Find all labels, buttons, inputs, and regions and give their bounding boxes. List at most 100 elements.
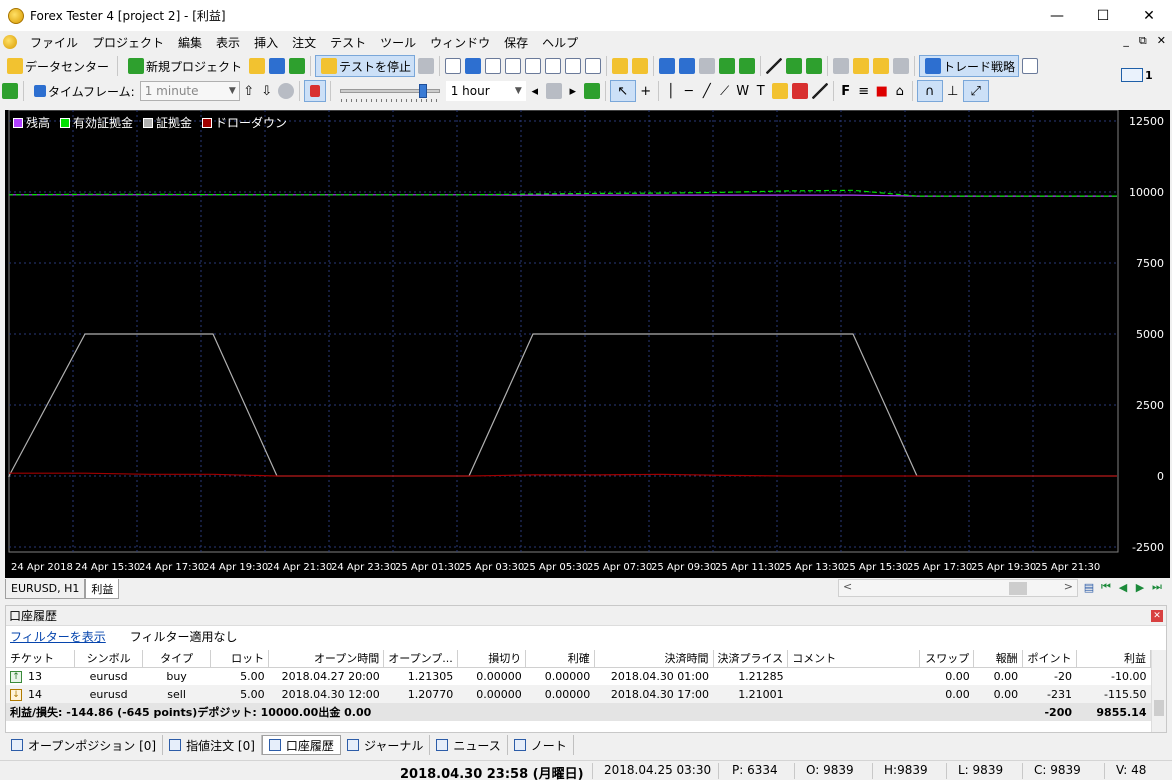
chart-list-icon[interactable]: ▤	[1082, 580, 1096, 594]
close-icon[interactable]: ✕	[1151, 610, 1163, 622]
mdi-restore-button[interactable]: ⧉	[1139, 34, 1147, 48]
scroll-right-icon[interactable]: >	[1064, 580, 1073, 593]
menu-file[interactable]: ファイル	[23, 34, 85, 51]
candle-chart-icon[interactable]	[806, 58, 823, 74]
step-back-icon[interactable]: ◂	[526, 84, 544, 99]
prev-icon[interactable]: ◀	[1116, 580, 1130, 594]
delete-order-icon[interactable]	[565, 58, 582, 74]
col-commission[interactable]: 報酬	[973, 650, 1023, 668]
tab-profit[interactable]: 利益	[85, 579, 120, 599]
minimize-button[interactable]: —	[1034, 0, 1080, 31]
col-open-time[interactable]: オープン時間	[268, 650, 385, 668]
trade-strategy-button[interactable]: トレード戦略	[919, 55, 1020, 77]
equity-chart[interactable]: 12500 10000 7500 5000 2500 0 -2500 24 Apr 2018 2…	[5, 110, 1170, 578]
pencil-icon[interactable]	[811, 83, 828, 99]
fill-icon[interactable]: ⌂	[891, 84, 909, 99]
chart-scrollbar[interactable]: < >	[838, 579, 1078, 597]
data-center-button[interactable]: データセンター	[1, 55, 113, 77]
order-settings-icon[interactable]	[585, 58, 602, 74]
menu-insert[interactable]: 挿入	[247, 34, 285, 51]
color-select-icon[interactable]: ■	[873, 84, 891, 99]
magnet-button[interactable]: ∩	[916, 80, 943, 102]
last-icon[interactable]: ⏭	[1150, 580, 1164, 594]
menu-help[interactable]: ヘルプ	[535, 34, 585, 51]
ray-icon[interactable]: ⟋	[716, 84, 734, 99]
snap-icon[interactable]: ⊥	[944, 84, 962, 99]
col-type[interactable]: タイプ	[142, 650, 211, 668]
zoom-in-icon[interactable]	[659, 58, 676, 74]
scroll-thumb[interactable]	[1009, 582, 1027, 595]
font-button[interactable]: F	[837, 84, 855, 99]
col-profit[interactable]: 利益	[1076, 650, 1152, 668]
table-row[interactable]: ↑ 13 eurusd buy 5.00 2018.04.27 20:00 1.2…	[6, 667, 1151, 685]
menu-test[interactable]: テスト	[323, 34, 373, 51]
elliott-wave-icon[interactable]	[791, 83, 808, 99]
tab-account-history[interactable]: 口座履歴	[261, 735, 341, 755]
step-forward-icon[interactable]: ▸	[564, 84, 582, 99]
indicator-icon[interactable]	[833, 58, 850, 74]
stop-test-button[interactable]: テストを停止	[315, 55, 416, 77]
arrow-down-icon[interactable]: ⇩	[258, 84, 276, 99]
menu-edit[interactable]: 編集	[171, 34, 209, 51]
restart-icon[interactable]	[289, 58, 306, 74]
col-lot[interactable]: ロット	[210, 650, 270, 668]
tick-step-icon[interactable]	[583, 83, 600, 99]
maximize-button[interactable]: ☐	[1080, 0, 1126, 31]
col-comment[interactable]: コメント	[787, 650, 921, 668]
tab-eurusd-h1[interactable]: EURUSD, H1	[5, 579, 86, 599]
crosshair-icon[interactable]: +	[637, 84, 655, 99]
mdi-minimize-button[interactable]: _	[1123, 34, 1129, 48]
col-stop-loss[interactable]: 損切り	[457, 650, 527, 668]
binoculars-icon[interactable]	[699, 58, 716, 74]
tab-pending-orders[interactable]: 指値注文 [0]	[163, 735, 262, 755]
first-icon[interactable]: ⏮	[1099, 580, 1113, 594]
document-menu-icon[interactable]	[3, 35, 17, 49]
speed-slider-knob[interactable]	[418, 84, 427, 98]
close-order-icon[interactable]	[545, 58, 562, 74]
line-style-icon[interactable]: ≡	[855, 84, 873, 99]
camera-icon[interactable]	[893, 58, 910, 74]
arrow-up-icon[interactable]: ⇧	[240, 84, 258, 99]
label-tool-icon[interactable]	[771, 83, 788, 99]
col-points[interactable]: ポイント	[1022, 650, 1077, 668]
info-icon[interactable]	[853, 58, 870, 74]
clock-icon[interactable]	[277, 83, 294, 99]
vertical-line-icon[interactable]: │	[662, 84, 680, 99]
new-document-icon[interactable]	[445, 58, 462, 74]
tab-news[interactable]: ニュース	[430, 735, 508, 755]
menu-tools[interactable]: ツール	[373, 34, 423, 51]
line-chart-icon[interactable]	[766, 58, 783, 74]
bar-step-icon[interactable]	[545, 83, 562, 99]
broom-icon[interactable]	[873, 58, 890, 74]
add-chart-icon[interactable]	[2, 83, 18, 99]
next-icon[interactable]: ▶	[1133, 580, 1147, 594]
p-document-icon[interactable]	[465, 58, 482, 74]
speed-slider[interactable]	[339, 84, 440, 102]
col-symbol[interactable]: シンボル	[74, 650, 144, 668]
col-ticket[interactable]: チケット	[6, 650, 75, 668]
menu-window[interactable]: ウィンドウ	[423, 34, 497, 51]
horizontal-line-icon[interactable]: ─	[680, 84, 698, 99]
step-select[interactable]: 1 hour ▼	[445, 81, 526, 101]
text-tool-icon[interactable]: T	[752, 84, 770, 99]
tab-open-positions[interactable]: オープンポジション [0]	[5, 735, 164, 755]
project-settings-icon[interactable]	[269, 58, 286, 74]
mail-indicator[interactable]: 1	[1121, 68, 1153, 82]
strategy-list-icon[interactable]	[1022, 58, 1039, 74]
menu-view[interactable]: 表示	[209, 34, 247, 51]
pause-button[interactable]	[303, 80, 326, 102]
col-close-price[interactable]: 決済プライス	[713, 650, 789, 668]
col-take-profit[interactable]: 利確	[525, 650, 595, 668]
col-open-price[interactable]: オープンプ...	[383, 650, 458, 668]
cursor-tool-button[interactable]: ↖	[609, 80, 636, 102]
sell-icon[interactable]	[632, 58, 649, 74]
menu-save[interactable]: 保存	[497, 34, 535, 51]
trend-line-icon[interactable]: ╱	[698, 84, 716, 99]
buy-icon[interactable]	[612, 58, 629, 74]
timeframe-select[interactable]: 1 minute ▼	[139, 81, 240, 101]
tab-notes[interactable]: ノート	[508, 735, 574, 755]
zoom-out-icon[interactable]	[679, 58, 696, 74]
history-scrollbar[interactable]	[1151, 650, 1166, 732]
chart-shift-icon[interactable]	[719, 58, 736, 74]
tab-journal[interactable]: ジャーナル	[341, 735, 431, 755]
